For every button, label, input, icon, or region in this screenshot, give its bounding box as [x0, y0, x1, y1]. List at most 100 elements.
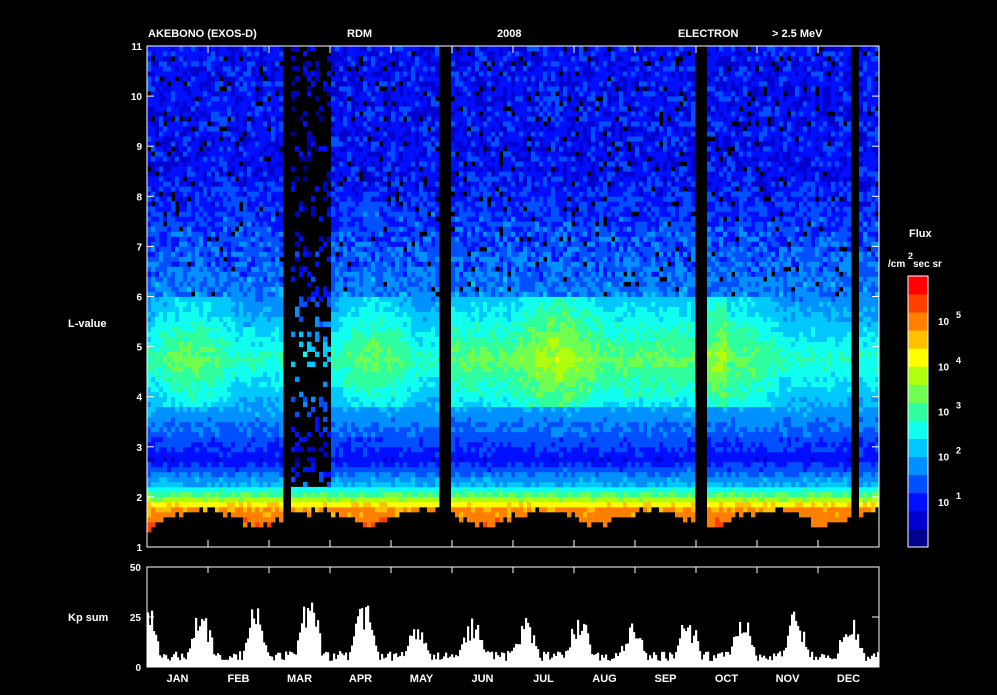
heatmap-cell — [223, 286, 228, 292]
heatmap-cell — [219, 161, 224, 167]
heatmap-cell — [235, 271, 240, 277]
heatmap-cell — [247, 486, 252, 493]
heatmap-cell — [319, 106, 324, 112]
heatmap-cell — [355, 336, 360, 342]
heatmap-cell — [151, 381, 156, 388]
heatmap-cell — [363, 336, 368, 342]
heatmap-cell — [367, 86, 372, 92]
heatmap-cell — [363, 516, 368, 523]
heatmap-cell — [203, 81, 208, 87]
heatmap-cell — [259, 76, 264, 82]
heatmap-cell — [223, 371, 228, 378]
heatmap-cell — [227, 256, 232, 262]
heatmap-cell — [351, 471, 356, 478]
heatmap-cell — [211, 181, 216, 187]
heatmap-cell — [199, 81, 204, 87]
heatmap-cell — [367, 451, 372, 458]
heatmap-cell — [255, 231, 260, 237]
heatmap-cell — [391, 441, 396, 448]
heatmap-cell — [183, 321, 188, 327]
heatmap-cell — [195, 506, 200, 513]
heatmap-cell — [395, 186, 400, 192]
heatmap-cell — [203, 121, 208, 127]
heatmap-cell — [339, 196, 344, 202]
heatmap-cell — [279, 76, 284, 82]
heatmap-cell — [211, 151, 216, 157]
heatmap-cell — [275, 441, 280, 448]
heatmap-cell — [203, 111, 208, 117]
heatmap-cell — [167, 91, 172, 97]
heatmap-cell — [183, 446, 188, 453]
heatmap-cell — [195, 351, 200, 358]
heatmap-cell — [319, 146, 324, 152]
heatmap-cell — [215, 146, 220, 152]
heatmap-cell — [191, 296, 196, 302]
heatmap-cell — [195, 171, 200, 177]
heatmap-cell — [219, 506, 224, 513]
heatmap-cell — [227, 101, 232, 107]
heatmap-cell — [371, 251, 376, 257]
heatmap-cell — [247, 101, 252, 107]
heatmap-cell — [215, 101, 220, 107]
heatmap-cell — [335, 241, 340, 247]
heatmap-cell — [227, 56, 232, 62]
heatmap-cell — [359, 141, 364, 147]
heatmap-cell — [387, 391, 392, 398]
heatmap-cell — [215, 111, 220, 117]
heatmap-cell — [267, 456, 272, 463]
heatmap-cell — [391, 221, 396, 227]
heatmap-cell — [271, 371, 276, 378]
heatmap-cell — [171, 181, 176, 187]
heatmap-cell — [347, 321, 352, 327]
heatmap-cell — [387, 146, 392, 152]
heatmap-cell — [247, 311, 252, 317]
heatmap-cell — [371, 51, 376, 57]
heatmap-cell — [259, 376, 264, 383]
heatmap-cell — [199, 256, 204, 262]
heatmap-cell — [343, 291, 348, 297]
heatmap-cell — [339, 121, 344, 127]
heatmap-cell — [179, 461, 184, 468]
heatmap-cell — [195, 76, 200, 82]
heatmap-cell — [195, 451, 200, 458]
heatmap-cell — [347, 176, 352, 182]
heatmap-cell — [263, 231, 268, 237]
heatmap-cell — [279, 466, 284, 473]
heatmap-cell — [247, 301, 252, 307]
heatmap-cell — [371, 286, 376, 292]
heatmap-cell — [335, 421, 340, 428]
heatmap-cell — [371, 311, 376, 317]
heatmap-cell — [387, 76, 392, 82]
heatmap-cell — [203, 211, 208, 217]
heatmap-cell — [199, 361, 204, 368]
heatmap-cell — [199, 251, 204, 257]
heatmap-cell — [339, 141, 344, 147]
heatmap-cell — [351, 466, 356, 473]
heatmap-cell — [171, 286, 176, 292]
heatmap-cell — [379, 61, 384, 67]
heatmap-cell — [183, 231, 188, 237]
heatmap-cell — [251, 66, 256, 72]
heatmap-cell — [183, 66, 188, 72]
heatmap-cell — [395, 406, 400, 413]
heatmap-cell — [203, 96, 208, 102]
heatmap-cell — [191, 456, 196, 463]
heatmap-cell — [271, 506, 276, 513]
heatmap-cell — [299, 391, 304, 398]
heatmap-cell — [163, 511, 168, 518]
heatmap-cell — [315, 291, 320, 297]
heatmap-cell — [231, 371, 236, 378]
heatmap-cell — [255, 211, 260, 217]
heatmap-cell — [331, 316, 336, 322]
heatmap-cell — [259, 511, 264, 518]
heatmap-cell — [199, 156, 204, 162]
heatmap-cell — [267, 166, 272, 172]
heatmap-cell — [199, 211, 204, 217]
heatmap-cell — [155, 126, 160, 132]
heatmap-cell — [387, 426, 392, 433]
heatmap-cell — [387, 501, 392, 508]
heatmap-cell — [363, 451, 368, 458]
heatmap-cell — [167, 406, 172, 413]
heatmap-cell — [259, 351, 264, 358]
heatmap-cell — [367, 186, 372, 192]
